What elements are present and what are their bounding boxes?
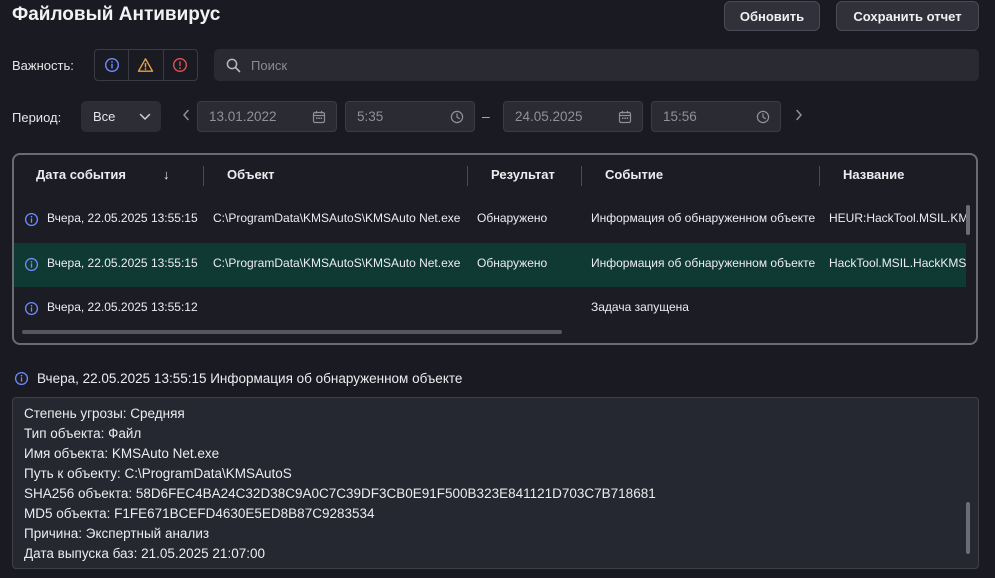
page-title: Файловый Антивирус xyxy=(12,4,221,25)
row-date: Вчера, 22.05.2025 13:55:15 xyxy=(47,211,198,225)
table-row[interactable]: Вчера, 22.05.2025 13:55:15 C:\ProgramDat… xyxy=(14,198,966,242)
row-result: Обнаружено xyxy=(477,211,548,225)
search-box[interactable] xyxy=(214,49,979,81)
column-header-date[interactable]: Дата события xyxy=(36,167,126,182)
severity-label: Важность: xyxy=(12,58,74,73)
info-icon xyxy=(24,257,39,272)
period-prev-button[interactable] xyxy=(182,108,190,126)
detail-line: MD5 объекта: F1FE671BCEFD4630E5ED8B87C92… xyxy=(24,506,375,521)
detail-line: Степень угрозы: Средняя xyxy=(24,406,185,421)
row-object: C:\ProgramData\KMSAutoS\KMSAuto Net.exe xyxy=(213,256,461,270)
severity-filter xyxy=(94,49,198,81)
time-from-value: 5:35 xyxy=(357,109,384,124)
column-header-object[interactable]: Объект xyxy=(227,167,275,182)
refresh-button[interactable]: Обновить xyxy=(724,1,820,31)
column-header-result[interactable]: Результат xyxy=(491,167,555,182)
date-to-value: 24.05.2025 xyxy=(515,109,583,124)
period-label: Период: xyxy=(12,110,62,125)
warning-icon xyxy=(138,58,154,72)
chevron-right-icon xyxy=(796,109,802,121)
row-event: Информация об обнаруженном объекте xyxy=(591,256,816,270)
severity-error-button[interactable] xyxy=(164,50,197,80)
date-from-value: 13.01.2022 xyxy=(209,109,277,124)
info-icon xyxy=(24,301,39,316)
row-date: Вчера, 22.05.2025 13:55:12 xyxy=(47,300,198,314)
chevron-down-icon xyxy=(139,113,151,120)
row-event: Задача запущена xyxy=(591,300,689,314)
date-to-field[interactable]: 24.05.2025 xyxy=(503,101,643,132)
period-select-value: Все xyxy=(93,109,116,124)
detail-line: SHA256 объекта: 58D6FEC4BA24C32D38C9A0C7… xyxy=(24,486,656,501)
table-vertical-scrollbar[interactable] xyxy=(966,205,970,235)
details-header: Вчера, 22.05.2025 13:55:15 Информация об… xyxy=(14,371,462,386)
detail-line: Дата выпуска баз: 21.05.2025 21:07:00 xyxy=(24,546,265,561)
details-panel: Степень угрозы: Средняя Тип объекта: Фай… xyxy=(12,397,979,569)
clock-icon xyxy=(450,110,464,123)
period-next-button[interactable] xyxy=(795,108,803,126)
search-input[interactable] xyxy=(249,56,953,74)
period-separator: – xyxy=(482,108,490,124)
detail-line: Тип объекта: Файл xyxy=(24,426,142,441)
row-name: HackTool.MSIL.HackKMS.gen xyxy=(829,256,966,270)
search-icon xyxy=(226,58,241,72)
clock-icon xyxy=(756,110,770,123)
severity-info-button[interactable] xyxy=(95,50,130,80)
chevron-left-icon xyxy=(183,109,189,121)
column-header-event[interactable]: Событие xyxy=(605,167,663,182)
detail-line: Путь к объекту: C:\ProgramData\KMSAutoS xyxy=(24,466,292,481)
table-horizontal-scrollbar[interactable] xyxy=(22,330,562,334)
row-event: Информация об обнаруженном объекте xyxy=(591,211,816,225)
info-icon xyxy=(24,212,39,227)
time-to-value: 15:56 xyxy=(663,109,697,124)
row-date: Вчера, 22.05.2025 13:55:15 xyxy=(47,256,198,270)
time-from-field[interactable]: 5:35 xyxy=(345,101,475,132)
error-icon xyxy=(173,57,188,73)
save-report-button[interactable]: Сохранить отчет xyxy=(836,1,979,31)
detail-line: Имя объекта: KMSAuto Net.exe xyxy=(24,446,220,461)
row-name: HEUR:HackTool.MSIL.KMSAuto.gen xyxy=(829,211,966,225)
details-title: Вчера, 22.05.2025 13:55:15 Информация об… xyxy=(37,371,463,386)
table-row-selected[interactable]: Вчера, 22.05.2025 13:55:15 C:\ProgramDat… xyxy=(14,243,966,287)
details-vertical-scrollbar[interactable] xyxy=(966,502,970,554)
info-icon xyxy=(104,57,119,73)
table-row[interactable]: Вчера, 22.05.2025 13:55:12 Задача запуще… xyxy=(14,287,966,331)
date-from-field[interactable]: 13.01.2022 xyxy=(197,101,337,132)
events-table: Дата события ↓ Объект Результат Событие … xyxy=(12,153,978,345)
calendar-icon xyxy=(618,110,632,123)
row-object: C:\ProgramData\KMSAutoS\KMSAuto Net.exe xyxy=(213,211,461,225)
period-select[interactable]: Все xyxy=(81,101,161,132)
column-header-name[interactable]: Название xyxy=(843,167,904,182)
info-icon xyxy=(14,371,29,386)
severity-warning-button[interactable] xyxy=(129,50,164,80)
detail-line: Причина: Экспертный анализ xyxy=(24,526,210,541)
row-result: Обнаружено xyxy=(477,256,548,270)
time-to-field[interactable]: 15:56 xyxy=(651,101,781,132)
calendar-icon xyxy=(312,110,326,123)
sort-descending-icon[interactable]: ↓ xyxy=(163,167,170,182)
